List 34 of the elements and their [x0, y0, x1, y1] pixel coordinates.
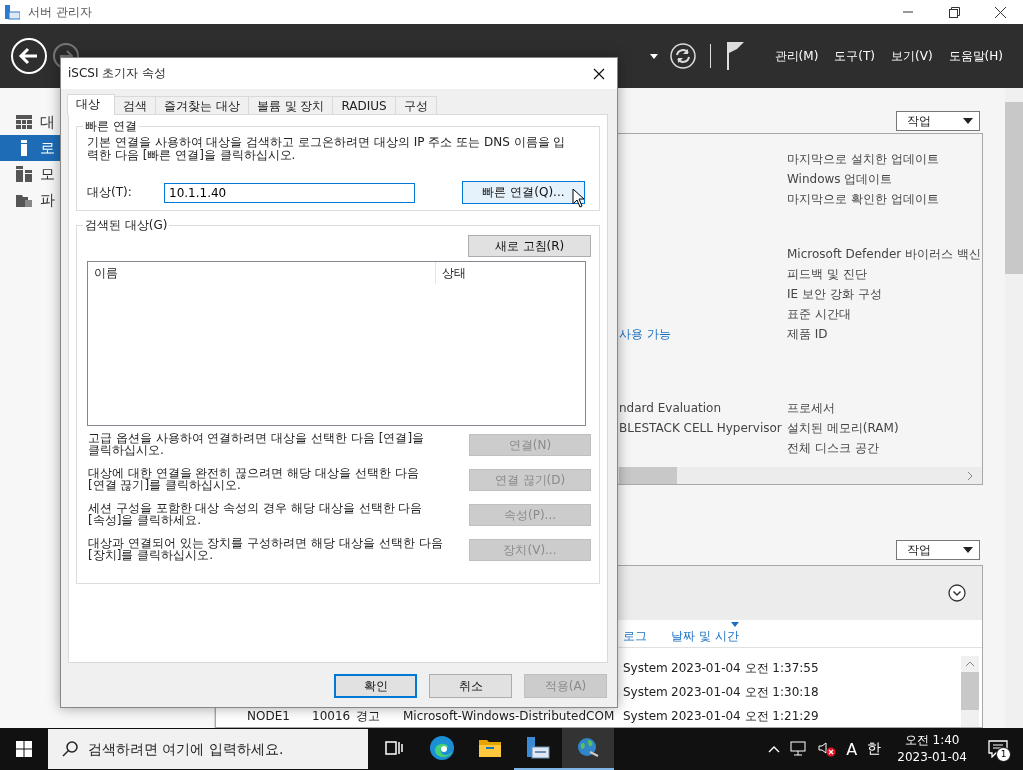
property-label: 프로세서	[787, 400, 836, 417]
field-label: 대상(T):	[87, 184, 133, 201]
table-cell-text: NODE1	[247, 709, 291, 723]
property-value: ndard Evaluation	[619, 400, 723, 417]
table-cell-text: 2023-01-04 오전 1:21:29	[671, 707, 820, 725]
table-cell-text: System	[623, 685, 669, 699]
dialog-title: iSCSI 초기자 속성	[68, 65, 168, 82]
description-text: 기본 연결을 사용하여 대상을 검색하고 로그온하려면 대상의 IP 주소 또는 DNS 이름을 입력한 다음 [빠른 연결]을 클릭하십시오.	[87, 136, 567, 162]
table-cell-text: 2023-01-04 오전 1:30:18	[671, 683, 820, 701]
property-value: BLESTACK CELL Hypervisor	[619, 420, 783, 437]
property-label: IE 보안 강화 구성	[787, 286, 883, 303]
window-title: 서버 관리자	[28, 3, 92, 21]
table-cell-text: System	[623, 661, 669, 675]
instruction-text: 세션 구성을 포함한 대상 속성의 경우 해당 대상을 선택한 다음 [속성]을 클릭하세요.	[87, 502, 424, 526]
property-label: 전체 디스크 공간	[787, 440, 880, 457]
property-label: 제품 ID	[787, 326, 829, 343]
property-label: 설치된 메모리(RAM)	[787, 420, 900, 437]
table-cell-text: System	[623, 709, 669, 723]
table-cell-text: 2023-01-04 오전 1:37:55	[671, 659, 820, 677]
property-label: 표준 시간대	[787, 306, 852, 323]
table-cell-text: 10016	[312, 709, 352, 723]
table-cell-text: Microsoft-Windows-DistributedCOM	[403, 709, 616, 723]
property-label: Microsoft Defender 바이러스 백신	[787, 246, 982, 263]
group-label: 빠른 연결	[84, 118, 138, 135]
group-label: 검색된 대상(G)	[84, 217, 169, 234]
instruction-text: 대상과 연결되어 있는 장치를 구성하려면 해당 대상을 선택한 다음 [장치]를 클릭하십시오.	[87, 537, 444, 561]
property-label: 마지막으로 설치한 업데이트	[787, 151, 940, 168]
property-label: Windows 업데이트	[787, 171, 894, 188]
notification-count: 1	[996, 747, 1011, 762]
instruction-text: 고급 옵션을 사용하여 연결하려면 대상을 선택한 다음 [연결]을 클릭하십시오.	[87, 432, 426, 456]
table-cell-text: 경고	[356, 707, 381, 725]
property-label: 마지막으로 확인한 업데이트	[787, 191, 940, 208]
property-label: 피드백 및 진단	[787, 266, 868, 283]
instruction-text: 대상에 대한 연결을 완전히 끊으려면 해당 대상을 선택한 다음 [연결 끊기]를 클릭하십시오.	[87, 467, 420, 491]
